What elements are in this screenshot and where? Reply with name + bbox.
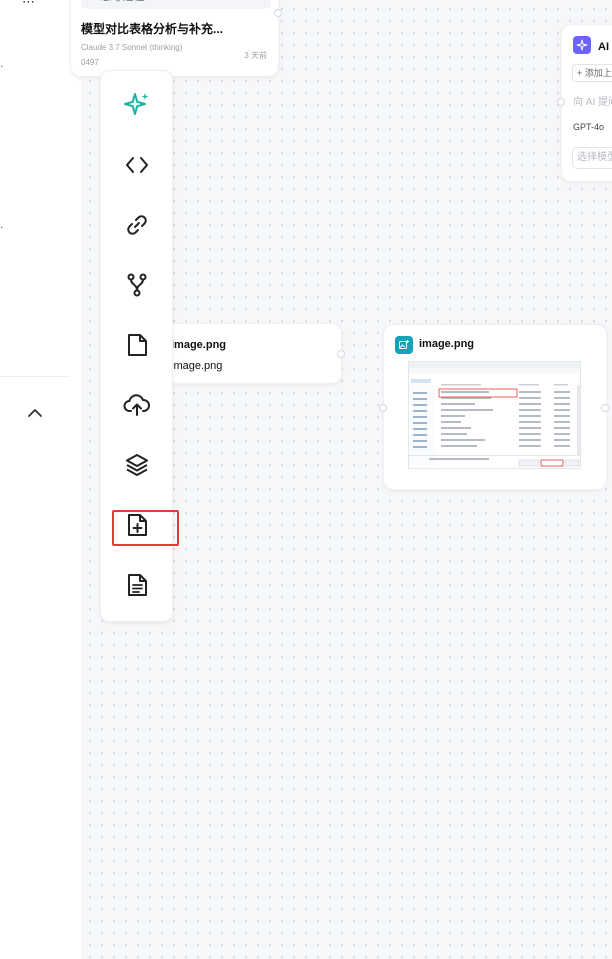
image-card[interactable]: image.png image.png <box>150 323 342 384</box>
ai-card-title: AI 对话 <box>598 41 612 53</box>
upload-node-button[interactable] <box>119 387 155 423</box>
image-card-title: image.png <box>171 339 227 351</box>
add-context-button[interactable]: + 添加上下文 <box>572 64 612 82</box>
branch-node-button[interactable] <box>119 267 155 303</box>
layers-icon <box>126 454 148 476</box>
ai-sparkle-icon <box>124 93 149 115</box>
conversation-card-header: AI 思考过程 <box>81 0 271 9</box>
file-add-icon <box>128 514 147 536</box>
connection-port[interactable] <box>274 9 282 17</box>
conversation-title: 模型对比表格分析与补充... <box>81 22 224 36</box>
image-thumbnail[interactable] <box>408 361 581 469</box>
conversation-time: 3 天前 <box>244 51 267 60</box>
connection-port[interactable] <box>337 350 345 358</box>
code-node-button[interactable] <box>119 147 155 183</box>
ai-chat-card[interactable]: AI 对话 + 添加上下文 向 AI 提问 GPT-4o 选择模型 <box>561 24 612 182</box>
file-node-button[interactable] <box>119 327 155 363</box>
file-icon <box>128 334 147 356</box>
add-file-node-button[interactable] <box>119 507 155 543</box>
node-toolbar <box>100 70 179 622</box>
connection-port[interactable] <box>557 98 565 106</box>
document-node-button[interactable] <box>119 567 155 603</box>
connection-port[interactable] <box>601 404 609 412</box>
model-select[interactable]: 选择模型 <box>572 147 612 169</box>
ai-prompt-input[interactable]: 向 AI 提问 <box>573 93 612 108</box>
cloud-upload-icon <box>123 394 150 416</box>
document-icon <box>128 574 147 596</box>
chevron-up-icon[interactable] <box>26 404 44 422</box>
conversation-id: 0497 <box>81 58 99 67</box>
branch-icon <box>127 273 147 297</box>
layers-node-button[interactable] <box>119 447 155 483</box>
link-icon <box>127 215 147 235</box>
link-node-button[interactable] <box>119 207 155 243</box>
image-card[interactable]: image.png <box>383 324 607 490</box>
more-icon[interactable]: ⋯ <box>22 0 35 10</box>
image-card-filename: image.png <box>171 360 223 372</box>
left-panel: ⋯ . . <box>0 0 82 959</box>
ai-node-button[interactable] <box>119 87 155 123</box>
truncated-text-marker: . <box>0 56 4 70</box>
truncated-text-marker: . <box>0 217 4 231</box>
conversation-model: Claude 3.7 Sonnet (thinking) <box>81 43 183 52</box>
ai-sparkle-icon <box>573 36 591 54</box>
divider <box>0 376 70 377</box>
model-label[interactable]: GPT-4o <box>573 122 604 132</box>
image-icon <box>395 336 413 354</box>
code-icon <box>126 157 148 173</box>
connection-port[interactable] <box>379 404 387 412</box>
conversation-card[interactable]: AI 思考过程 模型对比表格分析与补充... Claude 3.7 Sonnet… <box>70 0 279 77</box>
image-card-title: image.png <box>419 338 475 350</box>
